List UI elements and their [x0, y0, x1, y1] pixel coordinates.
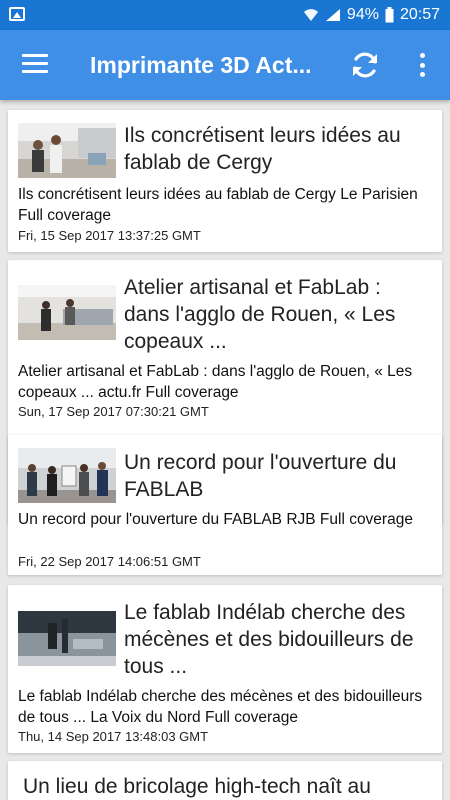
battery-icon	[385, 7, 394, 23]
article-thumbnail	[18, 123, 116, 178]
article-description: Le fablab Indélab cherche des mécènes et…	[18, 688, 423, 726]
news-feed[interactable]: Ils concrétisent leurs idées au fablab d…	[0, 100, 450, 800]
article-description: Un record pour l'ouverture du FABLAB RJB…	[18, 511, 413, 528]
article-thumbnail	[18, 448, 116, 503]
app-bar: Imprimante 3D Act...	[0, 30, 450, 100]
article-title: Un record pour l'ouverture du FABLAB	[124, 451, 397, 501]
article-date: Thu, 14 Sep 2017 13:48:03 GMT	[18, 729, 209, 744]
article-date: Fri, 15 Sep 2017 13:37:25 GMT	[18, 228, 201, 243]
article-title: Ils concrétisent leurs idées au fablab d…	[124, 124, 401, 174]
article-card[interactable]: Un lieu de bricolage high-tech naît au	[8, 761, 442, 800]
wifi-icon	[303, 9, 318, 21]
status-bar: 94% 20:57	[0, 0, 450, 30]
signal-icon	[325, 9, 340, 21]
article-card[interactable]: Ils concrétisent leurs idées au fablab d…	[8, 110, 442, 252]
article-date: Fri, 22 Sep 2017 14:06:51 GMT	[18, 554, 201, 569]
article-card[interactable]: Le fablab Indélab cherche des mécènes et…	[8, 585, 442, 753]
article-thumbnail	[18, 285, 116, 340]
article-description: Ils concrétisent leurs idées au fablab d…	[18, 186, 418, 224]
article-date: Sun, 17 Sep 2017 07:30:21 GMT	[18, 404, 209, 419]
article-description: Atelier artisanal et FabLab : dans l'agg…	[18, 363, 413, 401]
more-dot	[419, 72, 425, 77]
more-dot	[419, 62, 425, 68]
status-indicators: 94% 20:57	[303, 0, 440, 30]
more-options-button[interactable]	[412, 53, 432, 77]
menu-button[interactable]	[22, 54, 48, 74]
article-thumbnail	[18, 611, 116, 666]
article-card[interactable]: Un record pour l'ouverture du FABLAB Un …	[8, 435, 442, 575]
refresh-icon	[353, 52, 377, 78]
article-title: Le fablab Indélab cherche des mécènes et…	[124, 601, 414, 678]
article-title: Un lieu de bricolage high-tech naît au	[23, 775, 371, 798]
more-dot	[419, 53, 425, 58]
article-title: Atelier artisanal et FabLab : dans l'agg…	[124, 276, 396, 353]
refresh-button[interactable]	[349, 49, 381, 81]
clock: 20:57	[399, 6, 440, 23]
gallery-notification-icon	[9, 7, 25, 21]
battery-percent: 94%	[346, 6, 379, 23]
app-title: Imprimante 3D Act...	[90, 52, 312, 78]
